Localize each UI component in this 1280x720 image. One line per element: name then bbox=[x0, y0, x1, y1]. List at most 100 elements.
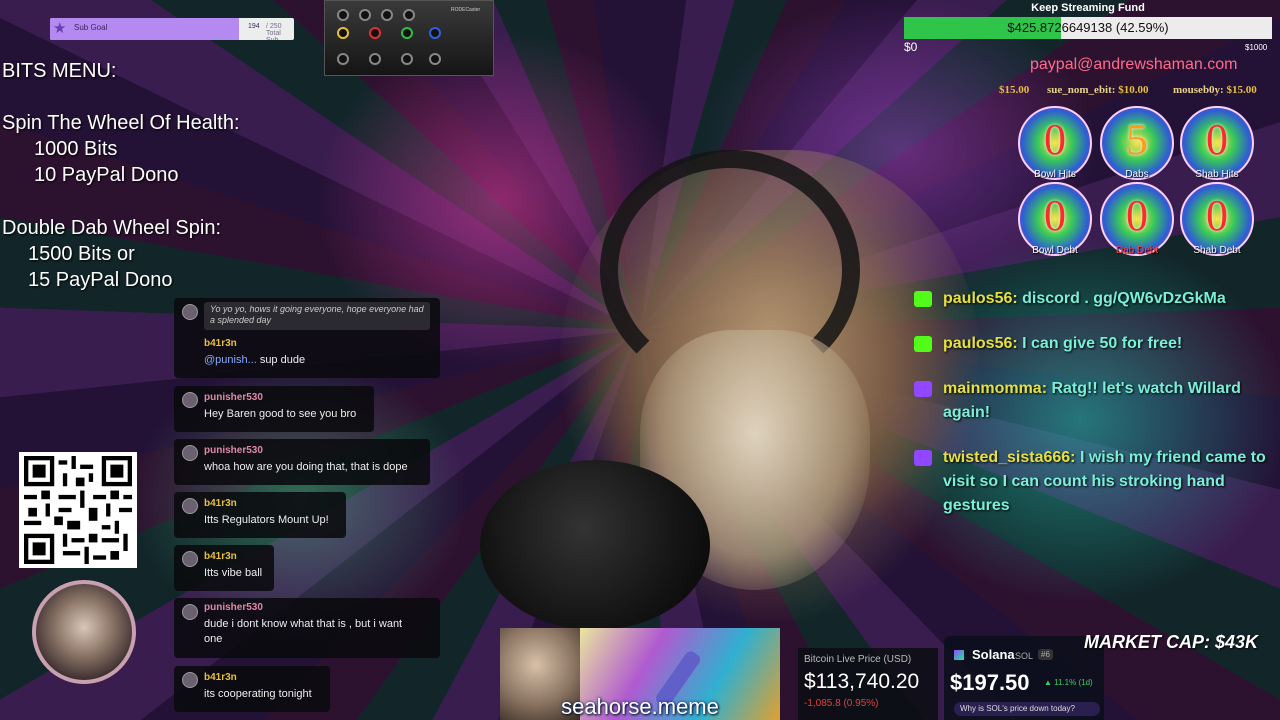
donor-name: sue_nom_ebit: bbox=[1047, 84, 1116, 96]
solana-price-widget: Solana SOL #6 $197.50 ▲ 11.1% (1d) Why i… bbox=[944, 636, 1104, 720]
seahorse-meme-text: seahorse.meme bbox=[561, 694, 719, 719]
twitch-icon bbox=[914, 450, 932, 466]
counter-dab-debt: 0 Dab Debt bbox=[1100, 182, 1174, 256]
wheel-health-paypal: 10 PayPal Dono bbox=[34, 164, 179, 186]
chat-text: Hey Baren good to see you bro bbox=[204, 408, 357, 420]
counter-value: 0 bbox=[1206, 115, 1228, 164]
overlay-chat-message: twisted_sista666: I wish my friend came … bbox=[914, 446, 1270, 518]
market-cap: MARKET CAP: $43K bbox=[1084, 632, 1259, 652]
overlay-chat-body: paulos56: I can give 50 for free! bbox=[914, 332, 1270, 356]
mixer-knob bbox=[369, 27, 381, 39]
sub-goal-label: Sub Goal bbox=[74, 23, 108, 32]
overlay-chat-message: mainmomma: Ratg!! let's watch Willard ag… bbox=[914, 377, 1270, 425]
overlay-chat-username: twisted_sista666: bbox=[943, 449, 1076, 466]
bitcoin-price: $113,740.20 bbox=[804, 670, 920, 693]
bitcoin-label: Bitcoin Live Price (USD) bbox=[804, 654, 912, 665]
overlay-chat-username: paulos56: bbox=[943, 335, 1018, 352]
mixer-knob bbox=[401, 27, 413, 39]
counter-dabs: 5 Dabs bbox=[1100, 106, 1174, 180]
solana-ticker: SOL bbox=[1015, 651, 1034, 661]
bitcoin-price-widget: Bitcoin Live Price (USD) $113,740.20 -1,… bbox=[798, 648, 938, 720]
counter-value: 5 bbox=[1126, 115, 1148, 164]
donor-name: mouseb0y: bbox=[1173, 84, 1224, 96]
solana-icon bbox=[954, 650, 964, 660]
counter-bowl-hits: 0 Bowl Hits bbox=[1018, 106, 1092, 180]
double-dab-bits: 1500 Bits or bbox=[28, 243, 135, 265]
chat-text-content: sup dude bbox=[259, 354, 306, 366]
user-avatar bbox=[182, 498, 198, 514]
fund-progress-bar: $425.8726649138 (42.59%) bbox=[904, 17, 1272, 39]
donor-entry: $15.00 bbox=[999, 84, 1029, 96]
double-dab-title: Double Dab Wheel Spin: bbox=[2, 217, 222, 239]
mixer-knob bbox=[403, 9, 415, 21]
donor-amount: $15.00 bbox=[999, 84, 1030, 96]
counter-shab-hits: 0 Shab Hits bbox=[1180, 106, 1254, 180]
qr-code[interactable] bbox=[19, 452, 137, 568]
overlay-chat-username: mainmomma: bbox=[943, 380, 1048, 397]
mixer-knob bbox=[337, 27, 349, 39]
chat-text: its cooperating tonight bbox=[204, 688, 312, 700]
fund-min: $0 bbox=[904, 40, 918, 54]
counter-value: 0 bbox=[1206, 191, 1228, 240]
bitcoin-change: -1,085.8 (0.95%) bbox=[804, 698, 879, 709]
kick-icon bbox=[914, 336, 932, 352]
mixer-knob bbox=[369, 53, 381, 65]
counter-label: Shab Hits bbox=[1195, 169, 1239, 180]
double-dab-paypal: 15 PayPal Dono bbox=[28, 269, 173, 291]
chat-text: Itts vibe ball bbox=[204, 567, 263, 579]
chat-text: Itts Regulators Mount Up! bbox=[204, 514, 329, 526]
seahorse-meme-panel: seahorse.meme bbox=[500, 628, 780, 720]
solana-question-button[interactable]: Why is SOL's price down today? bbox=[954, 702, 1100, 716]
chat-username: b41r3n bbox=[204, 338, 237, 349]
counter-label: Shab Debt bbox=[1193, 245, 1241, 256]
chat-message: b41r3n Itts Regulators Mount Up! bbox=[174, 492, 346, 538]
mixer-knob bbox=[401, 53, 413, 65]
chat-username: punisher530 bbox=[204, 392, 263, 403]
donor-entry: sue_nom_ebit: $10.00 bbox=[1047, 84, 1148, 96]
user-avatar bbox=[182, 604, 198, 620]
counter-bowl-debt: 0 Bowl Debt bbox=[1018, 182, 1092, 256]
mixer-image: RODECaster bbox=[324, 0, 494, 76]
user-avatar bbox=[182, 672, 198, 688]
user-avatar bbox=[182, 392, 198, 408]
mixer-knob bbox=[337, 9, 349, 21]
user-avatar bbox=[182, 445, 198, 461]
counter-shab-debt: 0 Shab Debt bbox=[1180, 182, 1254, 256]
counter-value: 0 bbox=[1044, 115, 1066, 164]
donor-amount: $10.00 bbox=[1118, 84, 1149, 96]
overlay-chat-message: paulos56: I can give 50 for free! bbox=[914, 332, 1270, 356]
counter-value: 0 bbox=[1126, 191, 1148, 240]
chat-username: b41r3n bbox=[204, 498, 237, 509]
welcome-message: Yo yo yo, hows it going everyone, hope e… bbox=[204, 302, 430, 330]
solana-change: ▲ 11.1% (1d) bbox=[1044, 678, 1093, 687]
chat-message: Yo yo yo, hows it going everyone, hope e… bbox=[174, 298, 440, 378]
chat-username: punisher530 bbox=[204, 602, 263, 613]
qr-code-graphic bbox=[24, 456, 132, 564]
chat-message: b41r3n Itts vibe ball bbox=[174, 545, 274, 591]
solana-rank-badge: #6 bbox=[1038, 649, 1053, 660]
counter-label: Dabs bbox=[1125, 169, 1149, 180]
overlay-chat-text: I can give 50 for free! bbox=[1017, 335, 1183, 352]
microphone bbox=[480, 460, 710, 630]
chat-message: punisher530 Hey Baren good to see you br… bbox=[174, 386, 374, 432]
donor-amount: $15.00 bbox=[1226, 84, 1257, 96]
chat-message: punisher530 whoa how are you doing that,… bbox=[174, 439, 430, 485]
chat-username: b41r3n bbox=[204, 672, 237, 683]
fund-max: $1000 bbox=[1245, 43, 1268, 52]
solana-name: Solana bbox=[972, 647, 1015, 662]
chat-text: dude i dont know what that is , but i wa… bbox=[204, 618, 403, 630]
mixer-knob bbox=[429, 27, 441, 39]
counter-value: 0 bbox=[1044, 191, 1066, 240]
mixer-knob bbox=[381, 9, 393, 21]
mixer-knob bbox=[429, 53, 441, 65]
paypal-address: paypal@andrewshaman.com bbox=[1030, 56, 1238, 73]
overlay-chat-username: paulos56: bbox=[943, 290, 1018, 307]
sub-goal-count: 194 bbox=[248, 23, 260, 30]
counter-label: Bowl Hits bbox=[1034, 169, 1076, 180]
counter-label: Bowl Debt bbox=[1032, 245, 1078, 256]
wheel-health-title: Spin The Wheel Of Health: bbox=[2, 112, 240, 134]
kick-icon bbox=[914, 291, 932, 307]
overlay-chat-body: twisted_sista666: I wish my friend came … bbox=[914, 446, 1270, 518]
chat-username: punisher530 bbox=[204, 445, 263, 456]
fund-title: Keep Streaming Fund bbox=[1031, 2, 1145, 14]
